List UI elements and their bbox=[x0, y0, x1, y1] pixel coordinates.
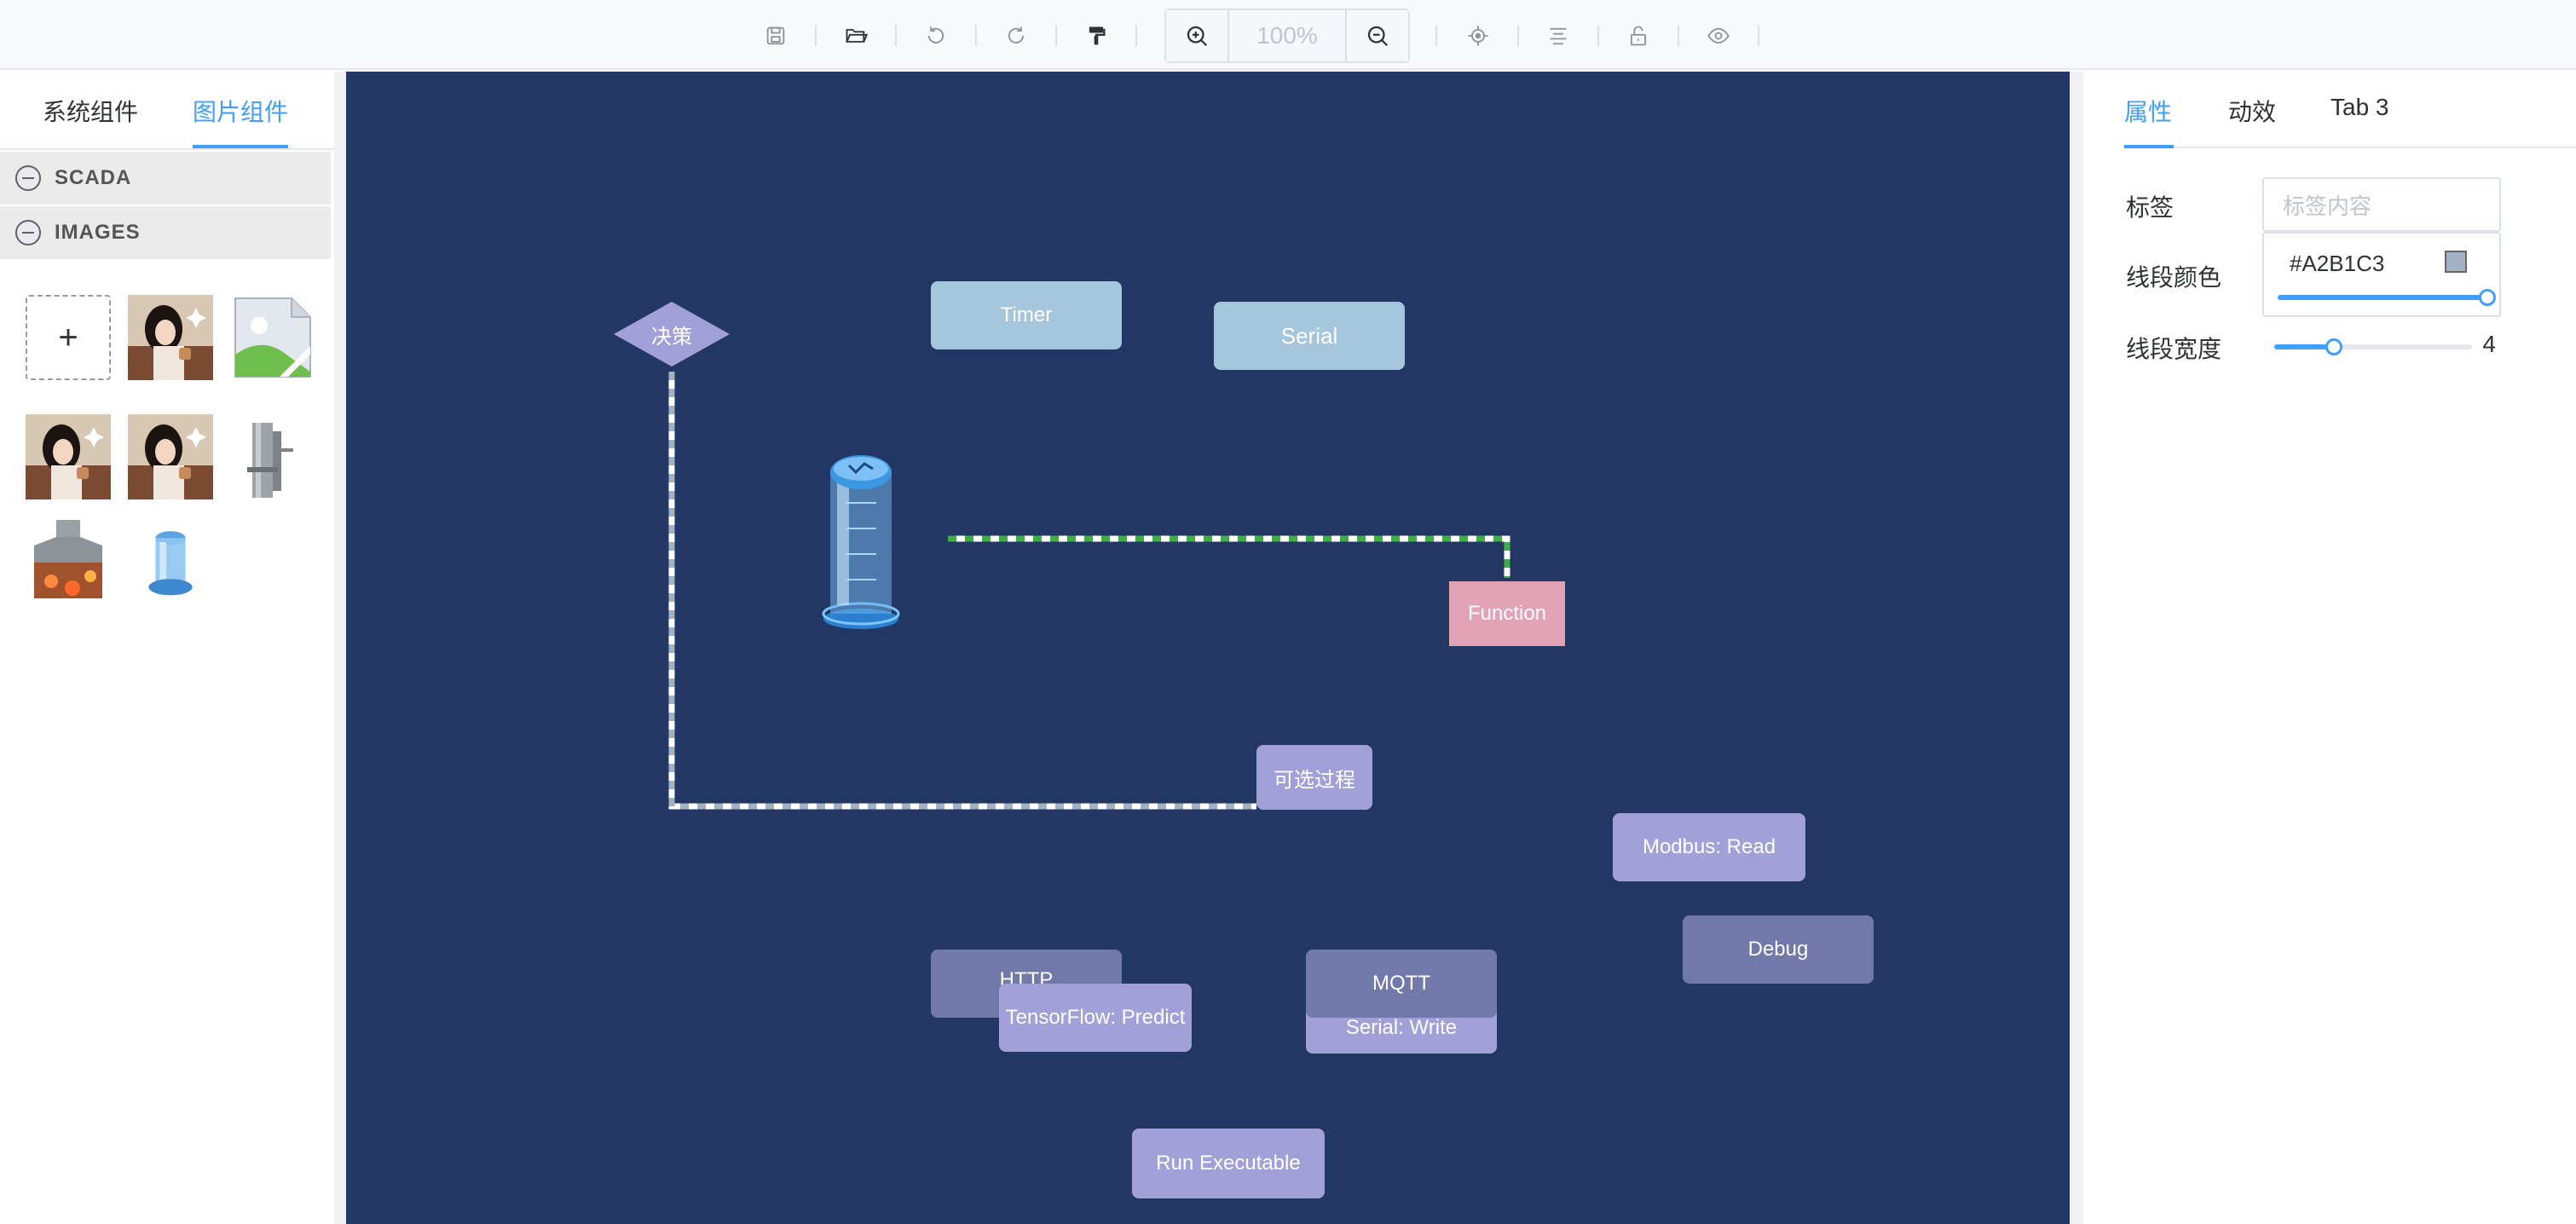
component-panel: 系统组件 图片组件 SCADA IMAGES + bbox=[0, 72, 334, 1224]
left-tabs: 系统组件 图片组件 bbox=[0, 72, 334, 150]
toolbar-divider bbox=[1055, 26, 1057, 46]
active-tab-indicator bbox=[193, 145, 288, 148]
zoom-value[interactable]: 100% bbox=[1227, 10, 1347, 61]
toolbar-divider bbox=[815, 26, 817, 46]
section-label: IMAGES bbox=[55, 221, 141, 244]
folder-open-icon[interactable] bbox=[839, 19, 873, 53]
girl-photo-thumbnail[interactable] bbox=[128, 295, 213, 380]
girl-photo-thumbnail[interactable] bbox=[26, 414, 111, 499]
opacity-slider-track[interactable] bbox=[2278, 295, 2486, 300]
unlock-icon[interactable] bbox=[1621, 19, 1655, 53]
collapse-icon bbox=[15, 165, 41, 191]
tab-properties[interactable]: 属性 bbox=[2124, 94, 2172, 128]
collapse-icon bbox=[15, 220, 41, 245]
section-label: SCADA bbox=[55, 166, 132, 189]
line-width-value: 4 bbox=[2482, 331, 2496, 357]
preview-eye-icon[interactable] bbox=[1701, 19, 1736, 53]
tab-3[interactable]: Tab 3 bbox=[2331, 94, 2389, 121]
connection-lines bbox=[668, 372, 1510, 810]
run-executable-node[interactable]: Run Executable bbox=[1132, 1129, 1325, 1198]
tabs-divider bbox=[2124, 147, 2576, 148]
timer-node[interactable]: Timer bbox=[931, 281, 1122, 349]
color-hex-value[interactable]: #A2B1C3 bbox=[2290, 251, 2384, 277]
girl-photo-thumbnail[interactable] bbox=[128, 414, 213, 499]
tab-animation[interactable]: 动效 bbox=[2228, 94, 2276, 128]
properties-panel: 属性 动效 Tab 3 标签 标签内容 线段颜色 #A2B1C3 线段宽度 4 bbox=[2083, 72, 2576, 1224]
left-panel-edge bbox=[334, 72, 346, 1224]
line-width-slider-handle[interactable] bbox=[2325, 338, 2342, 355]
align-icon[interactable] bbox=[1541, 19, 1575, 53]
undo-icon[interactable] bbox=[919, 19, 953, 53]
line-color-label: 线段颜色 bbox=[2126, 264, 2222, 291]
tab-image-components[interactable]: 图片组件 bbox=[193, 94, 288, 128]
top-toolbar: 100% bbox=[0, 0, 2576, 70]
editor-canvas[interactable]: 决策 Timer Serial Function 可选过程 Modbus: Re… bbox=[346, 72, 2070, 1224]
water-tank-icon[interactable] bbox=[820, 452, 902, 699]
toolbar-divider bbox=[975, 26, 977, 46]
opacity-slider-handle[interactable] bbox=[2479, 289, 2496, 306]
broken-image-thumbnail[interactable] bbox=[230, 295, 315, 380]
toolbar-divider bbox=[1517, 26, 1519, 46]
format-painter-icon[interactable] bbox=[1079, 19, 1113, 53]
toolbar-divider bbox=[1758, 26, 1759, 46]
toolbar-divider bbox=[1678, 26, 1679, 46]
zoom-in-icon[interactable] bbox=[1166, 10, 1227, 61]
redo-icon[interactable] bbox=[999, 19, 1033, 53]
function-node[interactable]: Function bbox=[1449, 581, 1565, 646]
line-width-label: 线段宽度 bbox=[2126, 336, 2222, 362]
zoom-control: 100% bbox=[1164, 9, 1410, 63]
tab-system-components[interactable]: 系统组件 bbox=[43, 94, 138, 128]
zoom-out-icon[interactable] bbox=[1347, 10, 1408, 61]
right-panel-edge bbox=[2070, 72, 2083, 1224]
toolbar-divider bbox=[1597, 26, 1599, 46]
locate-icon[interactable] bbox=[1461, 19, 1495, 53]
section-scada[interactable]: SCADA bbox=[0, 152, 331, 205]
water-tank-thumbnail[interactable] bbox=[136, 520, 222, 605]
toolbar-divider bbox=[1435, 26, 1437, 46]
color-swatch[interactable] bbox=[2445, 251, 2467, 273]
toolbar-divider bbox=[895, 26, 897, 46]
optional-process-node[interactable]: 可选过程 bbox=[1256, 745, 1372, 810]
add-image-button[interactable]: + bbox=[26, 295, 111, 380]
active-tab-indicator bbox=[2124, 145, 2174, 148]
furnace-thumbnail[interactable] bbox=[26, 520, 111, 605]
label-field-label: 标签 bbox=[2126, 194, 2175, 221]
decision-node[interactable]: 决策 bbox=[614, 302, 730, 367]
tensorflow-predict-node[interactable]: TensorFlow: Predict bbox=[999, 984, 1192, 1052]
debug-node[interactable]: Debug bbox=[1683, 915, 1874, 984]
color-picker[interactable]: #A2B1C3 bbox=[2262, 232, 2501, 317]
pipe-valve-thumbnail[interactable] bbox=[230, 414, 315, 499]
mqtt-node[interactable]: MQTT bbox=[1306, 950, 1497, 1018]
section-images[interactable]: IMAGES bbox=[0, 206, 331, 259]
label-input[interactable]: 标签内容 bbox=[2262, 177, 2501, 232]
modbus-read-node[interactable]: Modbus: Read bbox=[1613, 813, 1805, 881]
toolbar-divider bbox=[1135, 26, 1137, 46]
decision-label: 决策 bbox=[651, 325, 692, 349]
save-icon[interactable] bbox=[759, 19, 793, 53]
serial-node[interactable]: Serial bbox=[1214, 302, 1405, 370]
